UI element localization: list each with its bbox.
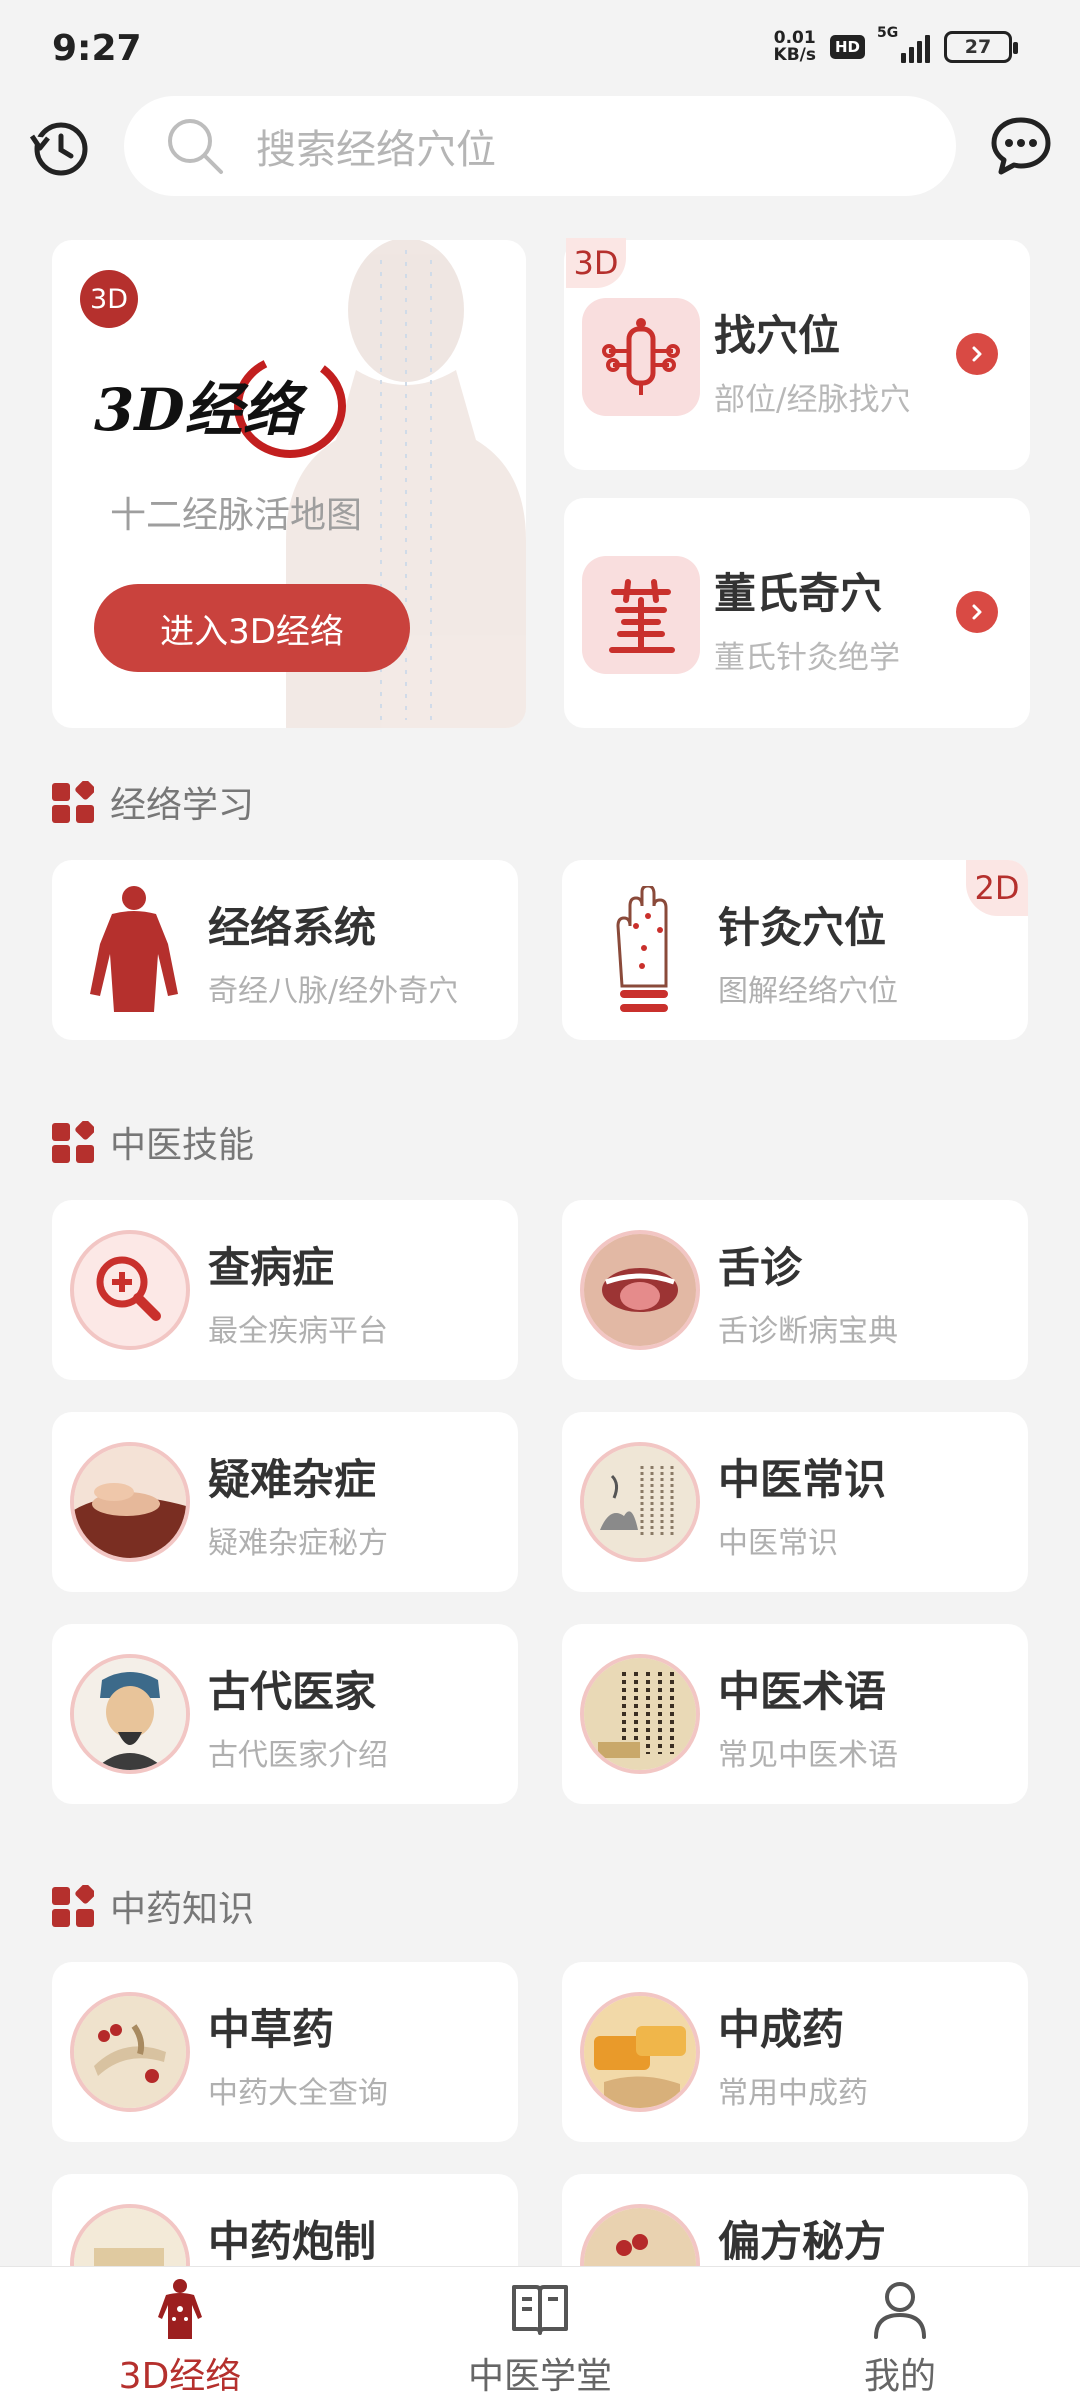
section-header-skills: 中医技能 (52, 1116, 254, 1168)
hand-icon (616, 886, 668, 1012)
tile-title: 疑难杂症 (208, 1455, 377, 1504)
find-acupoint-3d-badge: 3D (566, 238, 626, 288)
dong-acupoint-card[interactable]: 董氏奇穴 董氏针灸绝学 (564, 498, 1030, 728)
battery-icon: 27 (944, 31, 1018, 63)
tile-subtitle: 常见中医术语 (718, 1738, 898, 1773)
massage-image (70, 1442, 190, 1562)
feature-title: 找穴位 (714, 311, 841, 360)
status-bar: 9:27 0.01 KB/s HD 5G 27 (0, 0, 1080, 100)
tile-subtitle: 图解经络穴位 (718, 974, 898, 1009)
acupoint-icon (582, 298, 700, 416)
search-bar[interactable]: 搜索经络穴位 (124, 96, 956, 196)
tile-subtitle: 常用中成药 (718, 2076, 868, 2111)
enter-3d-button[interactable]: 进入3D经络 (94, 584, 410, 672)
dong-character-icon (582, 556, 700, 674)
tile-difficult-diseases[interactable]: 疑难杂症 疑难杂症秘方 (52, 1412, 518, 1592)
tile-subtitle: 奇经八脉/经外奇穴 (208, 974, 459, 1009)
tile-herbal-medicine[interactable]: 中草药 中药大全查询 (52, 1962, 518, 2142)
tile-ancient-physicians[interactable]: 古代医家 古代医家介绍 (52, 1624, 518, 1804)
tile-title: 针灸穴位 (718, 903, 887, 952)
tile-title: 查病症 (208, 1243, 335, 1292)
tile-title: 偏方秘方 (718, 2217, 887, 2266)
tile-check-disease[interactable]: 查病症 最全疾病平台 (52, 1200, 518, 1380)
tongue-image (580, 1230, 700, 1350)
tile-subtitle: 中医常识 (718, 1526, 838, 1561)
status-icons: 0.01 KB/s HD 5G 27 (773, 25, 1018, 65)
search-disease-icon (70, 1230, 190, 1350)
section-title: 中药知识 (110, 1889, 255, 1930)
search-placeholder: 搜索经络穴位 (256, 127, 496, 173)
tile-patent-medicine[interactable]: 中成药 常用中成药 (562, 1962, 1028, 2142)
user-icon (874, 2282, 926, 2339)
scroll-painting-image (580, 1442, 700, 1562)
feature-title: 董氏奇穴 (714, 569, 883, 618)
tile-tcm-terms[interactable]: 中医术语 常见中医术语 (562, 1624, 1028, 1804)
hero-subtitle: 十二经脉活地图 (110, 495, 363, 536)
hero-logo: 3D经络 (94, 354, 346, 458)
section-title: 经络学习 (110, 785, 255, 826)
physician-portrait-image (70, 1654, 190, 1774)
nav-label: 3D经络 (118, 2356, 242, 2397)
hero-3d-badge: 3D (80, 270, 138, 328)
signal-icon: 5G (877, 25, 930, 63)
nav-3d-meridian[interactable]: 3D经络 (0, 2267, 360, 2400)
grid-icon (52, 1885, 94, 1927)
section-header-herbs: 中药知识 (52, 1880, 254, 1932)
section-header-learning: 经络学习 (52, 776, 254, 828)
hero-3d-card[interactable]: 3D 3D经络 十二经脉活地图 进入3D经络 (52, 240, 526, 728)
nav-tcm-school[interactable]: 中医学堂 (360, 2267, 720, 2400)
tile-subtitle: 古代医家介绍 (208, 1738, 388, 1773)
grid-icon (52, 781, 94, 823)
chevron-right-icon (956, 333, 998, 375)
tile-subtitle: 疑难杂症秘方 (208, 1526, 388, 1561)
tile-title: 舌诊 (718, 1243, 803, 1292)
tile-meridian-system[interactable]: 经络系统 奇经八脉/经外奇穴 (52, 860, 518, 1040)
tile-tcm-knowledge[interactable]: 中医常识 中医常识 (562, 1412, 1028, 1592)
tile-title: 古代医家 (208, 1667, 377, 1716)
hd-icon: HD (829, 35, 865, 59)
tile-subtitle: 最全疾病平台 (208, 1314, 388, 1349)
feature-subtitle: 部位/经脉找穴 (714, 382, 911, 418)
tile-acupuncture-points[interactable]: 针灸穴位 图解经络穴位 2D (562, 860, 1028, 1040)
svg-text:3D经络: 3D经络 (94, 376, 309, 444)
status-time: 9:27 (52, 28, 142, 69)
book-icon (512, 2285, 568, 2335)
nav-label: 中医学堂 (467, 2356, 612, 2397)
bottom-navigation: 3D经络 中医学堂 我的 (0, 2266, 1080, 2400)
network-speed: 0.01 KB/s (773, 28, 816, 65)
tile-title: 中医术语 (718, 1667, 887, 1716)
tile-tongue-diagnosis[interactable]: 舌诊 舌诊断病宝典 (562, 1200, 1028, 1380)
grid-icon (52, 1121, 94, 1163)
ancient-text-image (580, 1654, 700, 1774)
chevron-right-icon (956, 591, 998, 633)
tile-title: 经络系统 (208, 903, 377, 952)
tile-title: 中药炮制 (208, 2217, 377, 2266)
tile-2d-badge: 2D (966, 860, 1028, 916)
header: 搜索经络穴位 (0, 96, 1080, 200)
history-icon[interactable] (30, 118, 90, 178)
tile-subtitle: 舌诊断病宝典 (718, 1314, 898, 1349)
tile-title: 中成药 (718, 2005, 845, 2054)
message-icon[interactable] (990, 116, 1052, 176)
find-acupoint-card[interactable]: 找穴位 部位/经脉找穴 (564, 240, 1030, 470)
tile-subtitle: 中药大全查询 (208, 2076, 388, 2111)
section-title: 中医技能 (110, 1125, 255, 1166)
search-icon (168, 119, 223, 174)
muscle-body-icon (90, 886, 178, 1012)
tile-title: 中草药 (208, 2005, 335, 2054)
tile-title: 中医常识 (718, 1455, 887, 1504)
feature-subtitle: 董氏针灸绝学 (714, 640, 900, 676)
body-meridian-icon (158, 2279, 202, 2339)
herbs-image (70, 1992, 190, 2112)
nav-profile[interactable]: 我的 (720, 2267, 1080, 2400)
patent-medicine-image (580, 1992, 700, 2112)
nav-label: 我的 (863, 2356, 936, 2397)
